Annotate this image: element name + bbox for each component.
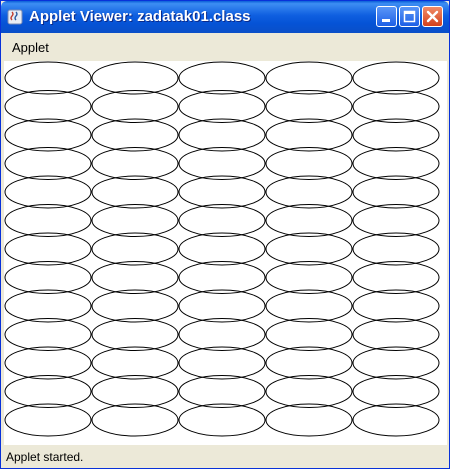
ellipse-shape xyxy=(91,346,179,380)
status-bar: Applet started. xyxy=(4,447,448,467)
ellipse-shape xyxy=(4,61,92,95)
close-button[interactable] xyxy=(422,6,443,27)
ellipse-shape xyxy=(265,375,353,408)
ellipse-shape xyxy=(91,318,179,351)
ellipse-shape xyxy=(265,318,353,351)
maximize-button[interactable] xyxy=(399,6,420,27)
ellipse-shape xyxy=(4,147,92,180)
ellipse-shape xyxy=(4,289,92,323)
ellipse-shape xyxy=(91,90,179,123)
ellipse-shape xyxy=(352,90,440,123)
java-app-icon[interactable] xyxy=(7,9,23,25)
ellipse-shape xyxy=(178,232,266,266)
window-title: Applet Viewer: zadatak01.class xyxy=(29,8,251,25)
ellipse-shape xyxy=(265,61,353,95)
ellipse-shape xyxy=(352,289,440,323)
ellipse-shape xyxy=(265,289,353,323)
ellipse-shape xyxy=(4,261,92,294)
ellipse-shape xyxy=(4,232,92,266)
ellipse-shape xyxy=(265,403,353,437)
ellipse-shape xyxy=(352,175,440,209)
ellipse-shape xyxy=(265,204,353,237)
ellipse-shape xyxy=(352,204,440,237)
ellipse-shape xyxy=(178,147,266,180)
ellipse-shape xyxy=(4,204,92,237)
ellipse-shape xyxy=(91,232,179,266)
ellipse-grid xyxy=(4,61,440,437)
ellipse-shape xyxy=(352,375,440,408)
ellipse-shape xyxy=(178,375,266,408)
ellipse-shape xyxy=(91,61,179,95)
title-bar[interactable]: Applet Viewer: zadatak01.class xyxy=(1,1,449,33)
ellipse-shape xyxy=(352,318,440,351)
ellipse-shape xyxy=(4,346,92,380)
ellipse-shape xyxy=(265,232,353,266)
ellipse-shape xyxy=(91,375,179,408)
ellipse-shape xyxy=(178,346,266,380)
ellipse-shape xyxy=(4,403,92,437)
ellipse-shape xyxy=(178,403,266,437)
ellipse-shape xyxy=(265,118,353,152)
ellipse-shape xyxy=(91,403,179,437)
ellipse-shape xyxy=(91,289,179,323)
ellipse-shape xyxy=(178,90,266,123)
ellipse-shape xyxy=(4,175,92,209)
ellipse-shape xyxy=(4,118,92,152)
close-icon xyxy=(426,10,439,23)
ellipse-shape xyxy=(4,375,92,408)
ellipse-shape xyxy=(265,346,353,380)
ellipse-shape xyxy=(352,403,440,437)
ellipse-shape xyxy=(352,118,440,152)
ellipse-shape xyxy=(178,261,266,294)
minimize-button[interactable] xyxy=(376,6,397,27)
ellipse-shape xyxy=(4,318,92,351)
applet-window: Applet Viewer: zadatak01.class Applet Ap… xyxy=(0,0,450,469)
ellipse-shape xyxy=(265,147,353,180)
ellipse-shape xyxy=(352,346,440,380)
ellipse-shape xyxy=(265,90,353,123)
status-text: Applet started. xyxy=(6,450,84,464)
ellipse-shape xyxy=(178,175,266,209)
ellipse-shape xyxy=(178,118,266,152)
menu-applet[interactable]: Applet xyxy=(12,40,49,55)
ellipse-shape xyxy=(352,147,440,180)
ellipse-shape xyxy=(352,261,440,294)
menu-bar: Applet xyxy=(4,37,448,59)
ellipse-shape xyxy=(91,175,179,209)
ellipse-shape xyxy=(178,289,266,323)
ellipse-shape xyxy=(178,61,266,95)
ellipse-shape xyxy=(91,261,179,294)
ellipse-shape xyxy=(91,147,179,180)
ellipse-shape xyxy=(178,204,266,237)
maximize-icon xyxy=(403,10,416,23)
ellipse-shape xyxy=(178,318,266,351)
ellipse-shape xyxy=(4,90,92,123)
ellipse-shape xyxy=(91,204,179,237)
applet-canvas[interactable] xyxy=(4,61,447,445)
ellipse-shape xyxy=(352,61,440,95)
ellipse-shape xyxy=(352,232,440,266)
ellipse-shape xyxy=(265,261,353,294)
ellipse-shape xyxy=(265,175,353,209)
minimize-icon xyxy=(382,19,390,22)
ellipse-shape xyxy=(91,118,179,152)
